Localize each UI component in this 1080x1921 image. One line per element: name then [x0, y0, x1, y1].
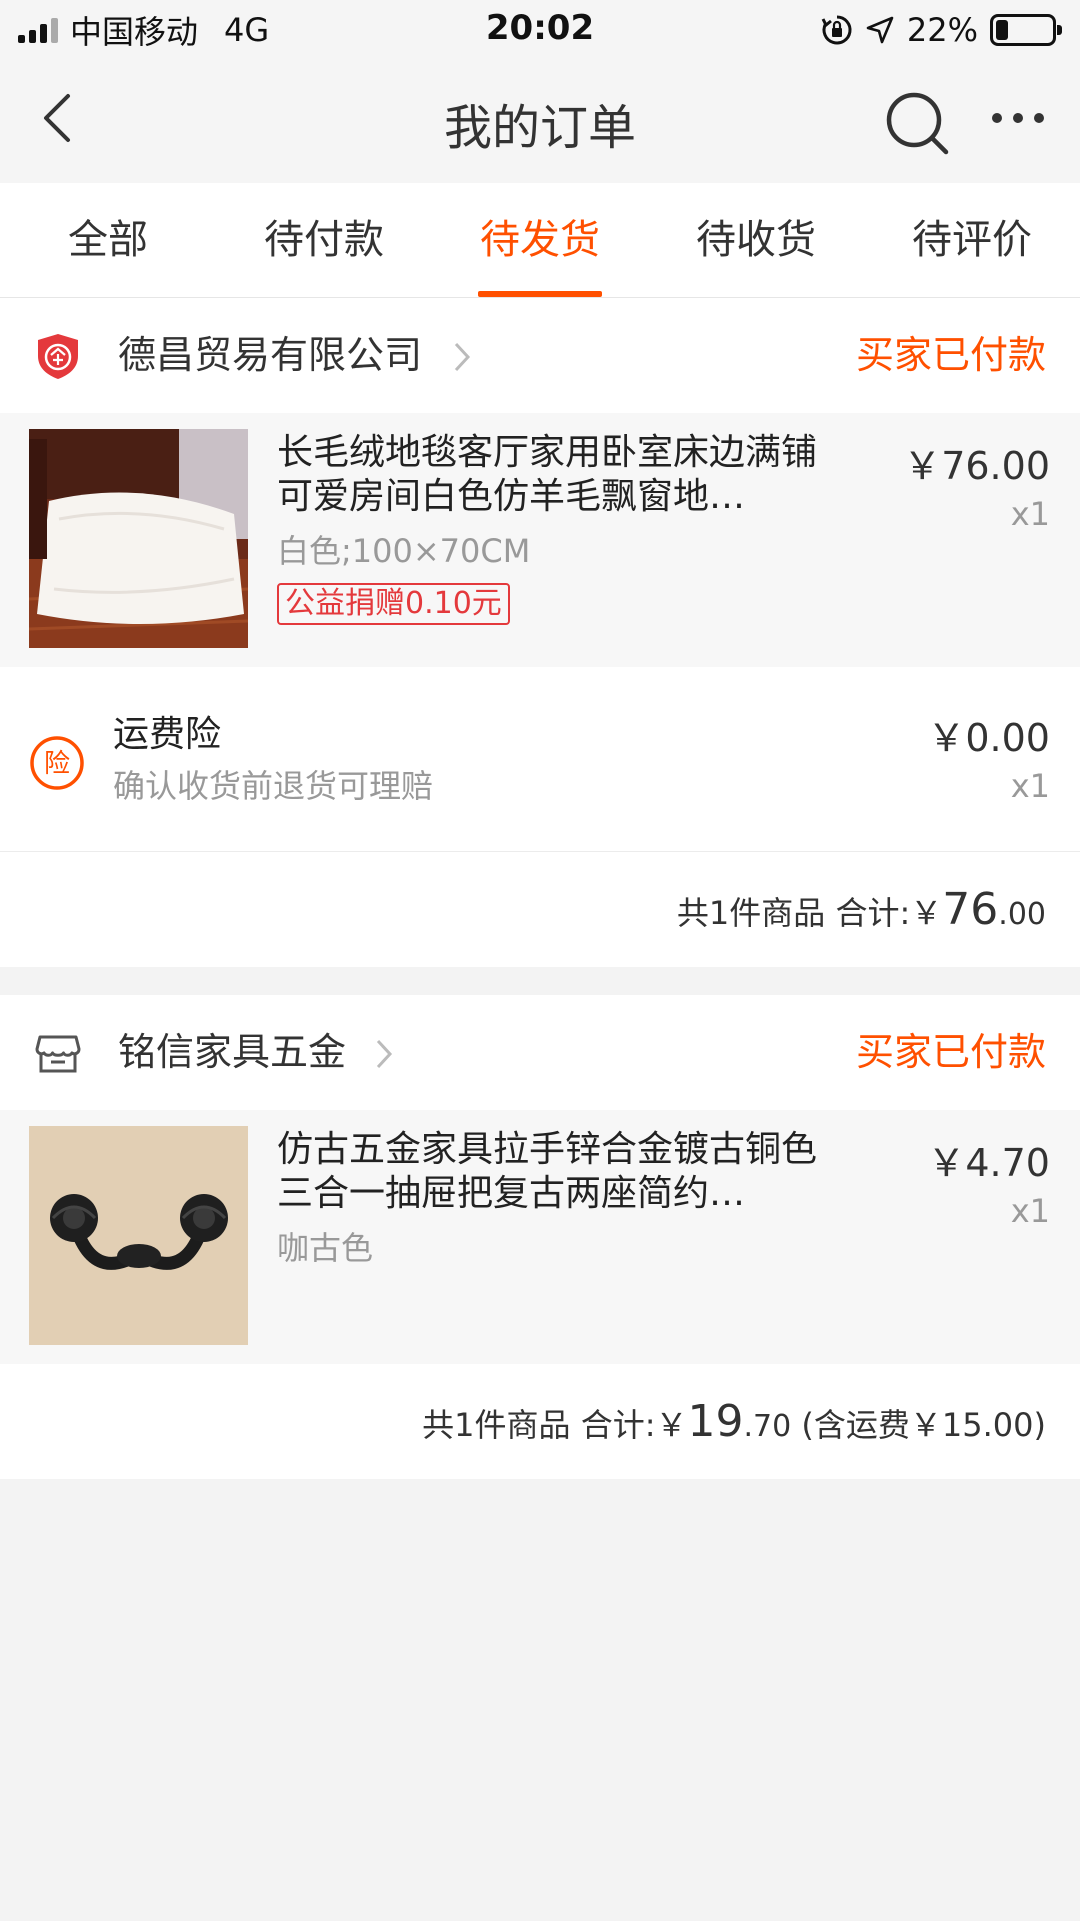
total-amount-integer: 19: [687, 1396, 744, 1447]
product-price: ￥4.70: [927, 1141, 1050, 1185]
order-card: 铭信家具五金 买家已付款 仿古五金家具拉手锌合金镀古铜色三合一抽屉把复古两座简约…: [0, 995, 1080, 1479]
shop-name[interactable]: 铭信家具五金: [118, 995, 346, 1110]
search-icon[interactable]: [882, 88, 952, 158]
item-count: 共1件商品: [422, 1406, 571, 1444]
tab-pending-payment[interactable]: 待付款: [216, 183, 432, 297]
total-amount-integer: 76: [942, 884, 999, 935]
currency-symbol: ￥: [910, 894, 943, 932]
nav-bar: 我的订单: [0, 58, 1080, 183]
battery-fill: [996, 20, 1008, 40]
rotation-lock-icon: [821, 15, 852, 45]
item-count: 共1件商品: [676, 894, 826, 932]
insurance-icon-glyph: 险: [44, 749, 70, 779]
product-image-rug: [29, 429, 248, 648]
tab-pending-review[interactable]: 待评价: [864, 183, 1080, 297]
order-total-row: 共1件商品 合计:￥76.00: [0, 852, 1080, 967]
product-title[interactable]: 仿古五金家具拉手锌合金镀古铜色三合一抽屉把复古两座简约…: [277, 1128, 822, 1216]
shop-header[interactable]: 铭信家具五金 买家已付款: [0, 995, 1080, 1110]
shop-name[interactable]: 德昌贸易有限公司: [118, 298, 422, 413]
order-total-row: 共1件商品 合计:￥19.70 (含运费￥15.00): [0, 1364, 1080, 1479]
more-icon[interactable]: [985, 88, 1055, 148]
tab-pending-shipment[interactable]: 待发货: [432, 183, 648, 297]
order-item[interactable]: 仿古五金家具拉手锌合金镀古铜色三合一抽屉把复古两座简约… 咖古色 ￥4.70 x…: [0, 1110, 1080, 1364]
tab-all[interactable]: 全部: [0, 183, 216, 297]
product-quantity: x1: [1010, 1192, 1050, 1230]
shipping-insurance-row: 险 运费险 确认收货前退货可理赔 ￥0.00 x1: [0, 667, 1080, 852]
total-label: 合计:: [580, 1406, 656, 1444]
order-status: 买家已付款: [855, 1030, 1046, 1074]
tab-pending-receipt[interactable]: 待收货: [648, 183, 864, 297]
battery-icon: [990, 14, 1062, 46]
insurance-quantity: x1: [1010, 767, 1050, 805]
shop-store-icon: [35, 1035, 81, 1073]
order-total: 共1件商品 合计:￥76.00: [677, 852, 1046, 972]
currency-symbol: ￥: [655, 1406, 688, 1444]
product-sku: 咖古色: [277, 1229, 374, 1267]
product-quantity: x1: [1010, 495, 1050, 533]
shipping-fee-note: (含运费￥15.00): [801, 1406, 1046, 1444]
insurance-title: 运费险: [113, 714, 222, 755]
enterprise-shield-icon: [38, 334, 78, 379]
insurance-subtitle: 确认收货前退货可理赔: [113, 767, 434, 805]
insurance-icon: 险: [30, 736, 84, 790]
charity-badge: 公益捐赠0.10元: [277, 583, 510, 625]
chevron-right-icon: [454, 342, 471, 372]
product-sku: 白色;100×70CM: [277, 532, 531, 570]
order-card: 德昌贸易有限公司 买家已付款 长毛绒地毯客厅家用卧室床边满铺可爱房间白色仿羊毛飘…: [0, 298, 1080, 967]
order-tabs: 全部 待付款 待发货 待收货 待评价: [0, 183, 1080, 298]
order-total: 共1件商品 合计:￥19.70 (含运费￥15.00): [422, 1364, 1046, 1484]
total-label: 合计:: [835, 894, 911, 932]
chevron-right-icon: [376, 1039, 393, 1069]
shop-header[interactable]: 德昌贸易有限公司 买家已付款: [0, 298, 1080, 413]
total-amount-decimal: .00: [998, 897, 1046, 932]
order-item[interactable]: 长毛绒地毯客厅家用卧室床边满铺可爱房间白色仿羊毛飘窗地… 白色;100×70CM…: [0, 413, 1080, 667]
insurance-price: ￥0.00: [927, 716, 1050, 760]
order-status: 买家已付款: [855, 333, 1046, 377]
product-price: ￥76.00: [903, 444, 1050, 488]
location-icon: [866, 16, 894, 44]
status-bar: 中国移动 4G 20:02 22%: [0, 0, 1080, 58]
total-amount-decimal: .70: [743, 1409, 792, 1444]
product-image-drawer-handle: [29, 1126, 248, 1345]
battery-percent: 22%: [906, 11, 978, 49]
product-title[interactable]: 长毛绒地毯客厅家用卧室床边满铺可爱房间白色仿羊毛飘窗地…: [277, 431, 822, 519]
